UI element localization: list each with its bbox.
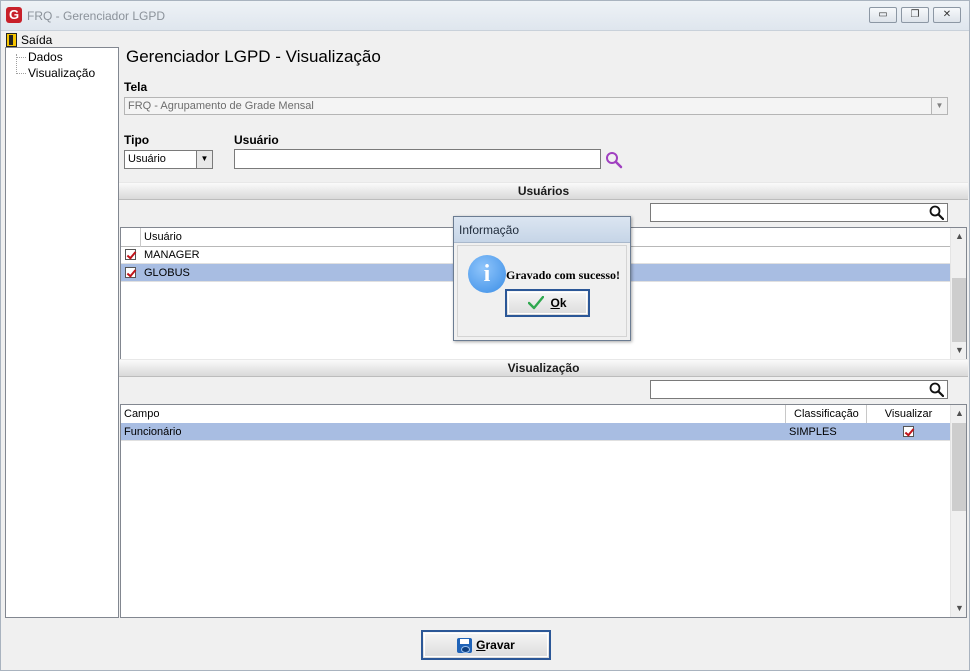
classificacao-cell: SIMPLES [789,426,837,438]
info-icon: i [468,255,506,293]
tela-label: Tela [124,80,148,94]
scroll-thumb[interactable] [952,423,966,511]
app-window: G FRQ - Gerenciador LGPD ▭ ❐ ✕ Saída Dad… [0,0,970,671]
scroll-down-icon[interactable]: ▼ [951,600,966,617]
visualizar-checkbox[interactable] [903,426,914,437]
usuarios-section-header: Usuários [119,182,968,200]
close-button[interactable]: ✕ [933,7,961,23]
window-title: FRQ - Gerenciador LGPD [27,9,166,23]
tipo-select[interactable]: Usuário ▼ [124,150,213,169]
classificacao-column-header[interactable]: Classificação [786,405,867,424]
restore-button[interactable]: ❐ [901,7,929,23]
search-icon[interactable] [929,205,944,220]
tela-select[interactable]: FRQ - Agrupamento de Grade Mensal ▼ [124,97,948,115]
usuario-cell: GLOBUS [144,267,190,279]
ok-button[interactable]: Ok [505,289,590,317]
navigation-tree: Dados Visualização [5,47,119,618]
scroll-thumb[interactable] [952,278,966,342]
exit-door-icon [6,33,17,47]
campo-column-header[interactable]: Campo [121,405,786,424]
tree-connector [16,73,26,74]
tela-select-value: FRQ - Agrupamento de Grade Mensal [128,100,314,112]
scroll-down-icon[interactable]: ▼ [951,342,966,359]
table-row[interactable]: Funcionário SIMPLES [121,423,950,441]
dialog-message: Gravado com sucesso! [506,268,620,282]
checkmark-icon [528,296,545,310]
page-title: Gerenciador LGPD - Visualização [126,47,381,66]
usuario-input[interactable] [234,149,601,169]
usuario-cell: MANAGER [144,249,200,261]
minimize-button[interactable]: ▭ [869,7,897,23]
save-button-label: Gravar [476,638,515,652]
visualizacao-grid: Campo Classificação Visualizar Funcionár… [120,404,967,618]
dialog-title[interactable]: Informação [454,217,630,243]
dialog-body: i Gravado com sucesso! Ok [457,245,627,337]
select-column-header [121,228,141,247]
chevron-down-icon[interactable]: ▼ [931,98,947,114]
row-checkbox[interactable] [125,267,136,278]
search-icon[interactable] [929,382,944,397]
row-checkbox[interactable] [125,249,136,260]
exit-menu-item[interactable]: Saída [6,32,52,48]
floppy-disk-icon [457,637,473,653]
menu-bar: Saída [1,31,969,48]
visualizacao-scrollbar[interactable]: ▲ ▼ [950,405,966,617]
tree-item-visualizacao[interactable]: Visualização [28,66,95,80]
usuario-search-icon[interactable] [605,151,623,169]
exit-menu-label: Saída [21,33,53,47]
save-button[interactable]: Gravar [421,630,551,660]
app-logo-icon: G [6,7,22,23]
scroll-up-icon[interactable]: ▲ [951,228,966,245]
tipo-select-value: Usuário [128,153,166,165]
scroll-up-icon[interactable]: ▲ [951,405,966,422]
usuarios-search-input[interactable] [650,203,948,222]
tipo-label: Tipo [124,133,150,147]
usuario-label: Usuário [234,133,279,147]
visualizacao-grid-header: Campo Classificação Visualizar [121,405,950,424]
title-bar[interactable]: G FRQ - Gerenciador LGPD ▭ ❐ ✕ [1,1,969,31]
ok-button-label: Ok [550,296,567,310]
tree-item-dados[interactable]: Dados [28,50,63,64]
visualizacao-section-header: Visualização [119,359,968,377]
usuarios-scrollbar[interactable]: ▲ ▼ [950,228,966,359]
info-dialog: Informação i Gravado com sucesso! Ok [453,216,631,341]
visualizacao-search-input[interactable] [650,380,948,399]
campo-cell: Funcionário [124,426,182,438]
tree-connector [16,57,26,58]
visualizar-column-header[interactable]: Visualizar [867,405,950,424]
chevron-down-icon[interactable]: ▼ [196,151,212,168]
